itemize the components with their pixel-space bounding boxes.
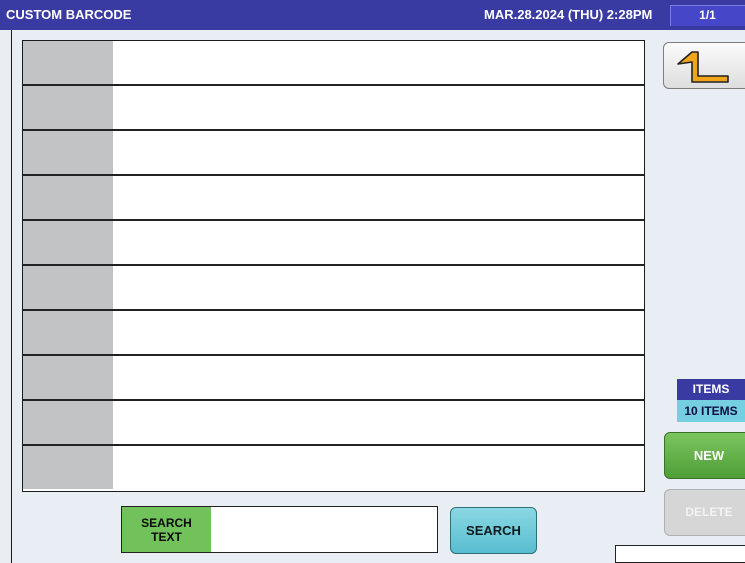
date-time-display: MAR.28.2024 (THU) 2:28PM xyxy=(484,7,653,22)
title-bar: CUSTOM BARCODE MAR.28.2024 (THU) 2:28PM … xyxy=(0,0,745,30)
row-value-cell xyxy=(113,266,644,309)
back-button[interactable] xyxy=(663,42,745,89)
row-value-cell xyxy=(113,311,644,354)
items-label: ITEMS xyxy=(677,379,745,400)
left-divider xyxy=(11,30,12,563)
list-row[interactable] xyxy=(23,41,644,86)
search-text-label: SEARCH TEXT xyxy=(122,507,211,552)
return-arrow-icon xyxy=(677,51,729,83)
page-indicator: 1/1 xyxy=(670,5,745,26)
search-field: SEARCH TEXT xyxy=(121,506,438,553)
row-key-cell xyxy=(23,356,113,399)
row-key-cell xyxy=(23,266,113,309)
page-title: CUSTOM BARCODE xyxy=(6,7,132,22)
row-value-cell xyxy=(113,401,644,444)
list-row[interactable] xyxy=(23,131,644,176)
row-key-cell xyxy=(23,176,113,219)
search-button[interactable]: SEARCH xyxy=(450,507,537,554)
row-value-cell xyxy=(113,131,644,174)
row-value-cell xyxy=(113,41,644,84)
list-row[interactable] xyxy=(23,266,644,311)
items-count: 10 ITEMS xyxy=(677,400,745,422)
row-value-cell xyxy=(113,86,644,129)
list-row[interactable] xyxy=(23,176,644,221)
search-input[interactable] xyxy=(211,507,437,552)
row-value-cell xyxy=(113,176,644,219)
list-row[interactable] xyxy=(23,401,644,446)
row-key-cell xyxy=(23,401,113,444)
row-value-cell xyxy=(113,221,644,264)
row-key-cell xyxy=(23,86,113,129)
list-row[interactable] xyxy=(23,86,644,131)
row-value-cell xyxy=(113,356,644,399)
row-value-cell xyxy=(113,446,644,489)
delete-button[interactable]: DELETE xyxy=(664,489,745,536)
barcode-list xyxy=(22,40,645,492)
new-button[interactable]: NEW xyxy=(664,432,745,479)
list-row[interactable] xyxy=(23,221,644,266)
row-key-cell xyxy=(23,131,113,174)
row-key-cell xyxy=(23,221,113,264)
list-row[interactable] xyxy=(23,446,644,489)
status-box xyxy=(615,545,745,563)
row-key-cell xyxy=(23,446,113,489)
row-key-cell xyxy=(23,41,113,84)
list-row[interactable] xyxy=(23,311,644,356)
row-key-cell xyxy=(23,311,113,354)
list-row[interactable] xyxy=(23,356,644,401)
